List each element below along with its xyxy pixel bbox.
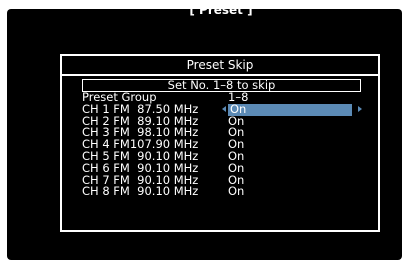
osd-screen: [ Preset ] Preset Skip Set No. 1–8 to sk…	[7, 9, 402, 260]
channel-row-8[interactable]: CH 8 FM 90.10 MHz On	[82, 186, 372, 198]
menu-tab-label: [ Preset ]	[189, 9, 253, 17]
selection-highlight	[228, 103, 352, 116]
preset-list: Preset Group 1–8 CH 1 FM 87.50 MHz On CH…	[82, 91, 372, 198]
channel-label: CH 8 FM 90.10 MHz	[82, 184, 199, 199]
channel-skip-value[interactable]: On	[228, 186, 244, 198]
panel-title: Preset Skip	[62, 56, 378, 76]
arrow-left-icon[interactable]	[222, 105, 226, 112]
arrow-right-icon[interactable]	[358, 105, 362, 112]
preset-skip-panel: Preset Skip Set No. 1–8 to skip Preset G…	[60, 54, 380, 232]
